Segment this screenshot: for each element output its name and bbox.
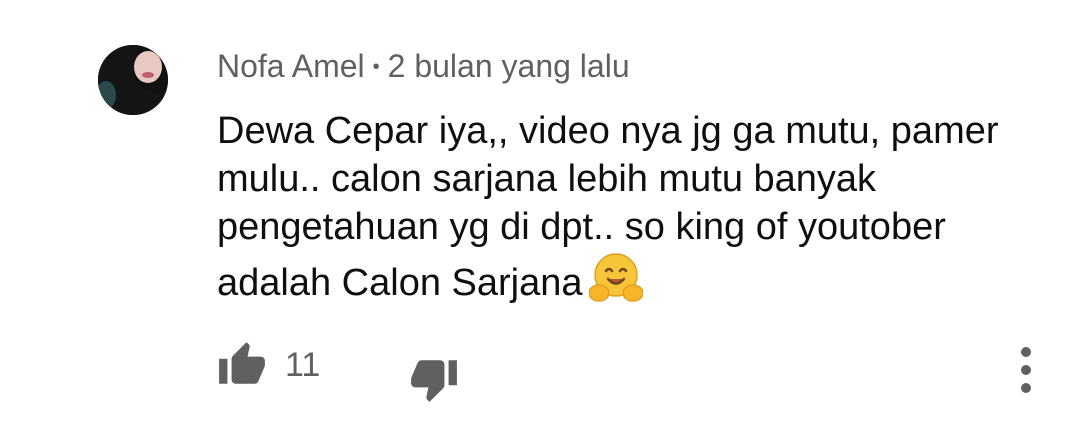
avatar-image — [98, 45, 168, 115]
separator: • — [372, 56, 380, 78]
like-count: 11 — [285, 346, 321, 384]
author-name[interactable]: Nofa Amel — [217, 48, 365, 84]
thumbs-down-icon[interactable] — [409, 354, 459, 404]
comment-header: Nofa Amel • 2 bulan yang lalu — [217, 46, 630, 91]
more-vertical-icon[interactable] — [1006, 342, 1046, 398]
thumbs-up-icon[interactable] — [217, 340, 267, 390]
avatar[interactable] — [98, 45, 168, 115]
comment-text: Dewa Cepar iya,, video nya jg ga mutu, p… — [217, 107, 1037, 307]
timestamp[interactable]: 2 bulan yang lalu — [388, 48, 630, 84]
hugging-face-emoji — [588, 253, 643, 302]
